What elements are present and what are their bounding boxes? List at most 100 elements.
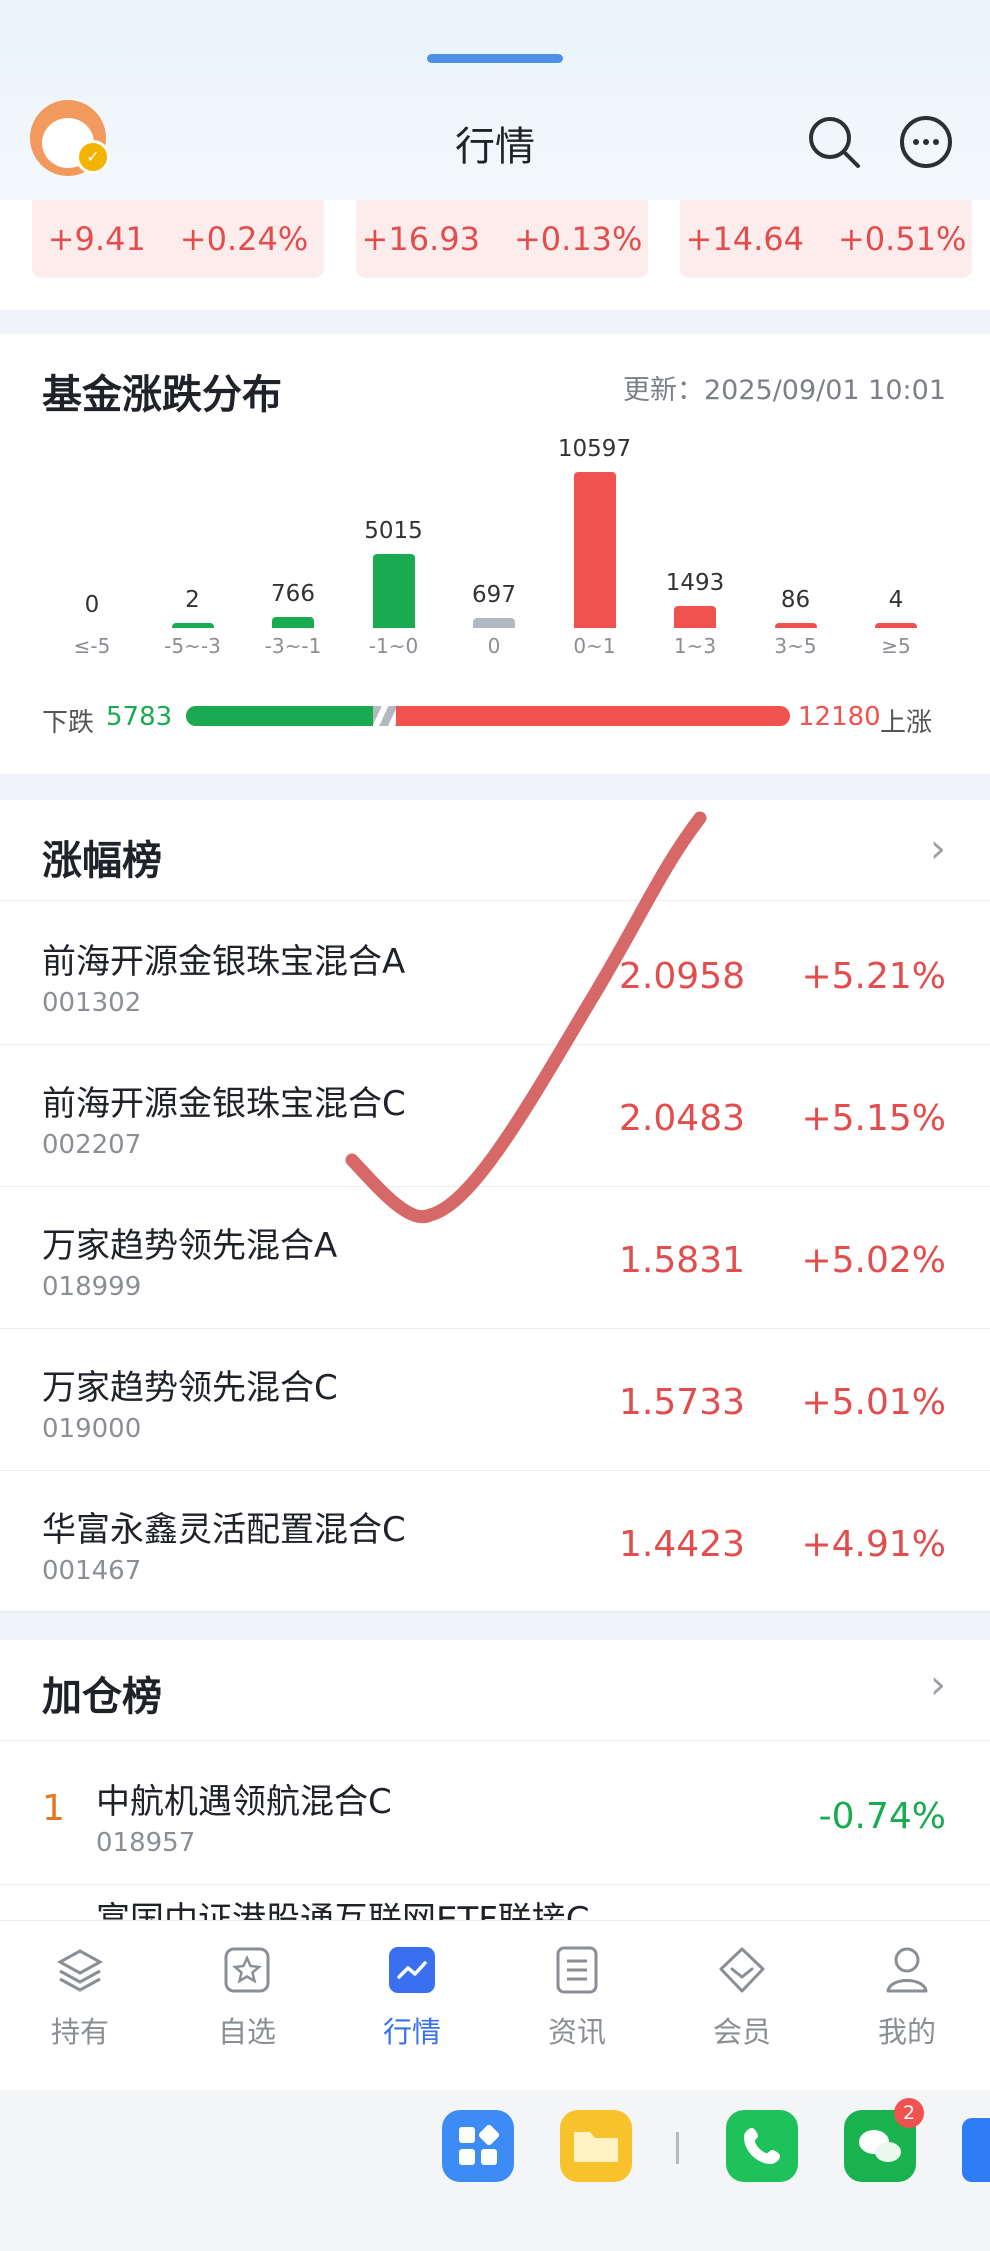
fund-percent: +5.01%	[801, 1382, 946, 1423]
chart-bar	[674, 606, 716, 628]
adds-title: 加仓榜	[42, 1674, 162, 1720]
files-icon[interactable]	[560, 2110, 632, 2182]
fund-code: 018957	[96, 1828, 196, 1858]
up-label: 上涨	[880, 708, 933, 738]
bar-value-label: 5015	[364, 518, 423, 545]
tab-mine[interactable]: 我的	[847, 1945, 967, 2051]
index-card[interactable]: +14.64 +0.51%	[680, 200, 972, 278]
fund-name: 华富永鑫灵活配置混合C	[42, 1510, 406, 1550]
dock-divider	[676, 2132, 679, 2164]
tab-label: 资讯	[547, 2015, 606, 2049]
tab-label: 行情	[382, 2015, 441, 2049]
ratio-flat-segment	[373, 706, 396, 726]
chart-bar	[875, 623, 917, 628]
news-icon	[556, 1946, 598, 1994]
phone-glyph	[744, 2128, 780, 2164]
wechat-icon[interactable]: 2	[844, 2098, 924, 2182]
bar-value-label: 4	[888, 587, 904, 613]
fund-percent: -0.74%	[818, 1796, 946, 1837]
index-card[interactable]: +9.41 +0.24%	[32, 200, 324, 278]
star-icon	[224, 1947, 270, 1993]
fund-code: 018999	[42, 1272, 142, 1302]
up-down-ratio-bar	[186, 706, 790, 726]
notification-badge: 2	[894, 2098, 924, 2128]
down-count: 5783	[106, 702, 173, 732]
adds-chevron-icon[interactable]: ›	[930, 1662, 946, 1708]
fund-name: 富国中证港股通互联网ETF联接C	[96, 1900, 590, 1920]
fund-percent: +5.15%	[801, 1098, 946, 1139]
gainer-row[interactable]: 前海开源金银珠宝混合C 002207 2.0483 +5.15%	[0, 1044, 990, 1187]
chart-icon	[389, 1947, 435, 1993]
search-icon[interactable]	[806, 114, 862, 170]
fund-nav: 1.4423	[619, 1524, 745, 1565]
chart-bar	[272, 616, 314, 628]
app-grid-icon[interactable]	[442, 2110, 514, 2182]
more-icon[interactable]	[898, 114, 954, 170]
chart-bar	[473, 617, 515, 628]
top-bar: ✓ 行情	[0, 0, 990, 200]
tab-membership[interactable]: 会员	[682, 1945, 802, 2051]
system-dock: 2	[0, 2090, 990, 2251]
down-label: 下跌	[42, 708, 95, 738]
adds-row[interactable]: 1 中航机遇领航混合C 018957 -0.74%	[0, 1742, 990, 1885]
gainer-row[interactable]: 万家趋势领先混合C 019000 1.5733 +5.01%	[0, 1328, 990, 1471]
person-icon	[886, 1947, 928, 1993]
chart-bar	[171, 623, 214, 628]
divider	[0, 1740, 990, 1741]
tab-watchlist[interactable]: 自选	[187, 1945, 307, 2051]
fund-nav: 2.0483	[619, 1098, 745, 1139]
fund-code: 019000	[42, 1414, 142, 1444]
fund-name: 中航机遇领航混合C	[96, 1782, 392, 1822]
tab-news[interactable]: 资讯	[517, 1945, 637, 2051]
index-change: +9.41	[47, 220, 146, 258]
bar-category-label: ≥5	[881, 634, 911, 658]
fund-name: 前海开源金银珠宝混合C	[42, 1084, 406, 1124]
index-card[interactable]: +16.93 +0.13%	[356, 200, 648, 278]
fund-nav: 1.5733	[619, 1382, 745, 1423]
fund-nav: 1.5831	[619, 1240, 745, 1281]
drag-handle[interactable]	[427, 54, 563, 63]
fund-percent: +4.91%	[801, 1524, 946, 1565]
layers-icon	[56, 1949, 104, 1992]
index-change: +16.93	[361, 220, 480, 258]
tab-holdings[interactable]: 持有	[20, 1945, 140, 2051]
fund-name: 前海开源金银珠宝混合A	[42, 942, 406, 982]
bar-value-label: 10597	[557, 436, 632, 462]
tab-label: 自选	[217, 2015, 276, 2049]
fund-nav: 2.0958	[619, 956, 745, 997]
chart-bar	[573, 472, 616, 628]
fund-code: 001302	[42, 988, 142, 1018]
rank-number: 1	[42, 1788, 65, 1829]
tab-label: 持有	[50, 2015, 109, 2049]
fund-name: 万家趋势领先混合A	[42, 1226, 338, 1266]
phone-icon[interactable]	[726, 2110, 798, 2182]
fund-percent: +5.21%	[801, 956, 946, 997]
bar-value-label: 697	[472, 581, 516, 608]
chart-bar	[774, 623, 817, 628]
diamond-icon	[719, 1947, 765, 1993]
gainer-row[interactable]: 前海开源金银珠宝混合A 001302 2.0958 +5.21%	[0, 902, 990, 1045]
fund-percent: +5.02%	[801, 1240, 946, 1281]
ratio-down-segment	[186, 706, 374, 726]
fund-code: 001467	[42, 1556, 142, 1586]
index-change: +14.64	[685, 220, 804, 258]
gainers-chevron-icon[interactable]: ›	[930, 826, 946, 872]
partial-app-icon[interactable]	[962, 2118, 990, 2182]
gainer-row[interactable]: 华富永鑫灵活配置混合C 001467 1.4423 +4.91%	[0, 1470, 990, 1613]
index-percent: +0.51%	[837, 220, 967, 258]
adds-row-partial[interactable]: 富国中证港股通互联网ETF联接C	[0, 1886, 990, 1920]
tab-label: 会员	[712, 2015, 771, 2049]
index-percent: +0.24%	[179, 220, 309, 258]
folder-glyph	[574, 2132, 618, 2162]
up-count: 12180	[798, 702, 881, 732]
fund-code: 002207	[42, 1130, 142, 1160]
tab-label: 我的	[877, 2015, 936, 2049]
gainer-row[interactable]: 万家趋势领先混合A 018999 1.5831 +5.02%	[0, 1186, 990, 1329]
app-grid-glyph	[459, 2124, 500, 2165]
bar-value-label: 766	[271, 580, 315, 607]
tab-market[interactable]: 行情	[352, 1945, 472, 2051]
index-percent: +0.13%	[513, 220, 643, 258]
chart-bar	[372, 554, 415, 628]
fund-name: 万家趋势领先混合C	[42, 1368, 338, 1408]
divider	[0, 900, 990, 901]
